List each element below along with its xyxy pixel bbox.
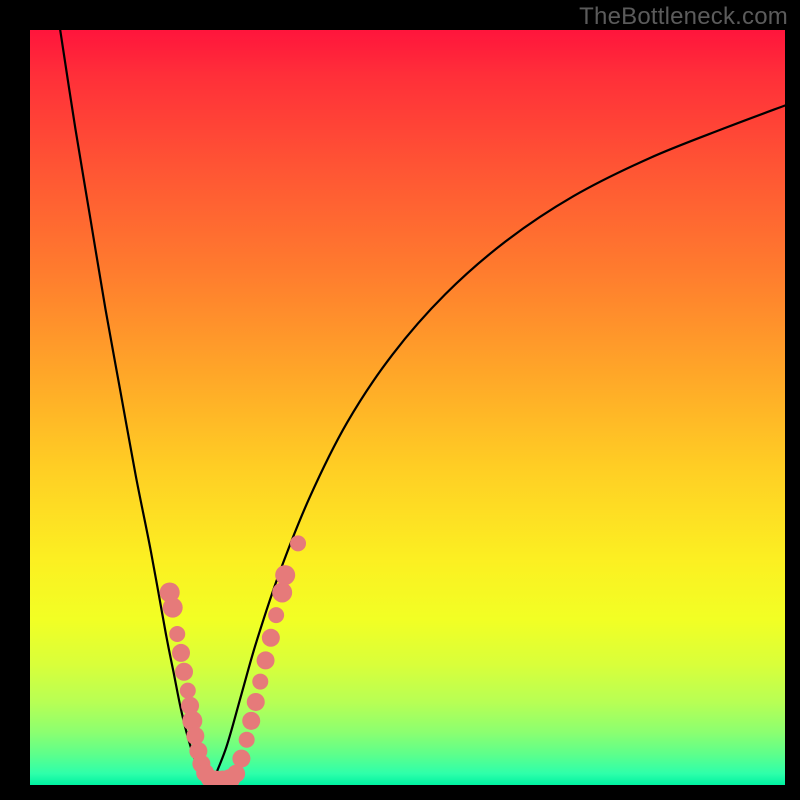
marker-dot: [232, 750, 250, 768]
chart-svg: [30, 30, 785, 785]
marker-dot: [186, 727, 204, 745]
marker-dot: [272, 582, 292, 602]
marker-dot: [172, 644, 190, 662]
marker-dot: [262, 629, 280, 647]
marker-dots: [160, 535, 306, 785]
watermark-text: TheBottleneck.com: [579, 3, 788, 31]
plot-area: [30, 30, 785, 785]
marker-dot: [252, 674, 268, 690]
marker-dot: [180, 683, 196, 699]
marker-dot: [175, 663, 193, 681]
marker-dot: [242, 712, 260, 730]
marker-dot: [239, 732, 255, 748]
marker-dot: [247, 693, 265, 711]
marker-dot: [163, 598, 183, 618]
v-curve: [60, 30, 785, 785]
curve-right-branch: [211, 106, 785, 786]
outer-black-frame: TheBottleneck.com: [0, 0, 800, 800]
marker-dot: [169, 626, 185, 642]
marker-dot: [290, 535, 306, 551]
marker-dot: [268, 607, 284, 623]
marker-dot: [275, 565, 295, 585]
marker-dot: [257, 651, 275, 669]
